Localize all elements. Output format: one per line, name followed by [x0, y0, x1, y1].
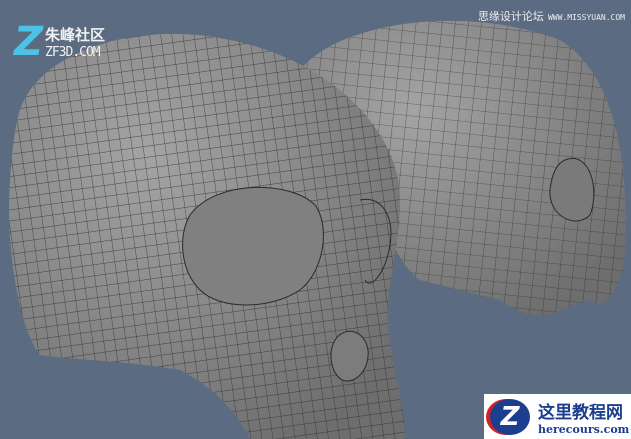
- watermark-zf3d: Z 朱峰社区 ZF3D.COM: [14, 22, 105, 62]
- missyuan-name: 思缘设计论坛: [477, 11, 544, 23]
- zf3d-logo-icon: Z: [14, 19, 44, 65]
- herecours-site: herecours.com: [538, 422, 630, 436]
- skull-mesh-render: [9, 20, 626, 439]
- herecours-name: 这里教程网: [538, 402, 623, 423]
- watermark-missyuan: 思缘设计论坛 WWW.MISSYUAN.COM: [478, 8, 625, 24]
- zf3d-name: 朱峰社区: [45, 26, 106, 44]
- missyuan-site: WWW.MISSYUAN.COM: [547, 13, 625, 22]
- watermark-herecours: Z 这里教程网 herecours.com: [484, 394, 631, 439]
- eye-socket: [182, 186, 324, 306]
- herecours-logo-icon: Z: [490, 398, 530, 435]
- zf3d-site: ZF3D.COM: [45, 45, 101, 60]
